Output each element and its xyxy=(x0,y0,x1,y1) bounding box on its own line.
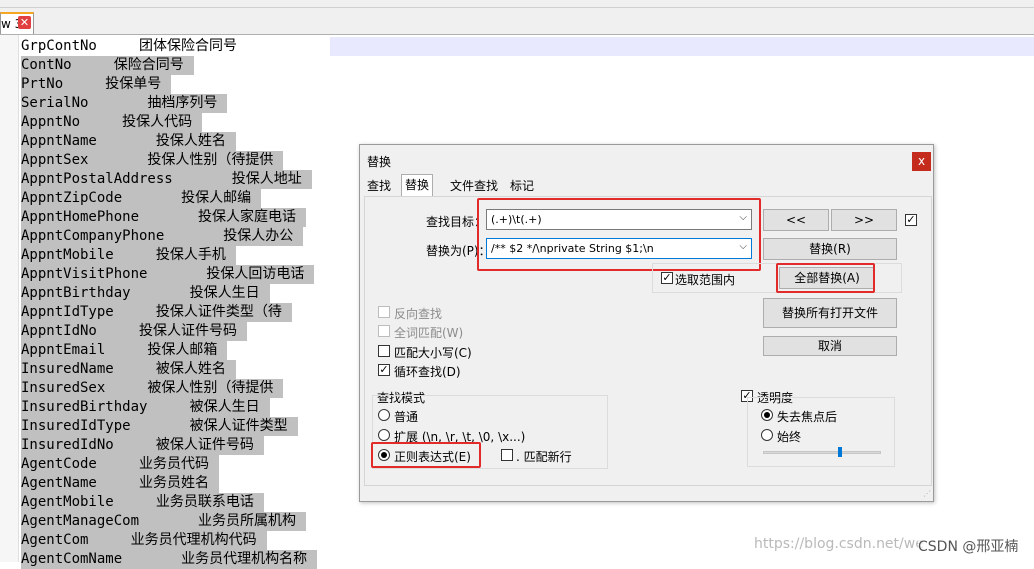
transparency-slider-thumb[interactable] xyxy=(837,447,842,457)
editor-line[interactable]: AgentCode 业务员代码 xyxy=(21,455,220,474)
replace-all-open-files-button[interactable]: 替换所有打开文件 xyxy=(763,298,897,328)
toolbar xyxy=(0,0,1034,8)
highlight-regex-mode xyxy=(371,442,481,468)
editor-line[interactable]: AppntMobile 投保人手机 xyxy=(21,246,236,265)
on-lose-focus-radio[interactable] xyxy=(761,409,773,421)
reverse-label: 反向查找 xyxy=(394,307,443,321)
editor-gutter xyxy=(0,35,19,562)
editor-line[interactable]: AgentCom 业务员代理机构代码 xyxy=(21,531,267,550)
editor-line[interactable]: AppntNo 投保人代码 xyxy=(21,113,203,132)
wrap-label: 循环查找(D) xyxy=(394,365,461,379)
current-line-highlight xyxy=(330,37,1034,56)
mode-extended-radio[interactable] xyxy=(378,429,390,441)
editor-line[interactable]: InsuredName 被保人姓名 xyxy=(21,360,236,379)
watermark-author: CSDN @邢亚楠 xyxy=(918,536,1019,556)
tab-strip: w 3 ✕ xyxy=(0,8,1034,35)
in-selection-checkbox[interactable]: ✓ xyxy=(661,272,673,284)
mode-normal-radio[interactable] xyxy=(378,409,390,421)
editor-line[interactable]: InsuredBirthday 被保人生日 xyxy=(21,398,270,417)
replace-panel: 查找目标： (.+)\t(.+) ⌵ 替换为(P)： /** $2 */\npr… xyxy=(364,196,932,486)
mode-normal-label: 普通 xyxy=(394,410,419,424)
editor-line[interactable]: AgentComName 业务员代理机构名称 xyxy=(21,550,318,569)
search-checkbox[interactable]: ✓ xyxy=(905,214,917,226)
transparency-slider[interactable] xyxy=(763,451,881,454)
on-lose-focus-label: 失去焦点后 xyxy=(777,410,838,424)
dialog-close-button[interactable]: x xyxy=(912,152,931,171)
cancel-button[interactable]: 取消 xyxy=(763,336,897,356)
in-selection-label: 选取范围内 xyxy=(675,273,736,287)
replace-dialog: 替换 x 查找 替换 文件查找 标记 查找目标： (.+)\t(.+) ⌵ 替换… xyxy=(359,144,934,502)
reverse-checkbox[interactable] xyxy=(378,306,390,318)
editor-line[interactable]: PrtNo 投保单号 xyxy=(21,75,172,94)
editor-line[interactable]: AppntPostalAddress 投保人地址 xyxy=(21,170,312,189)
editor-line[interactable]: AgentMobile 业务员联系电话 xyxy=(21,493,264,512)
whole-word-label: 全词匹配(W) xyxy=(394,326,464,340)
tab-find-in-files[interactable]: 文件查找 xyxy=(447,176,501,196)
editor-line[interactable]: AppntBirthday 投保人生日 xyxy=(21,284,270,303)
wrap-checkbox[interactable]: ✓ xyxy=(378,364,390,376)
tab-replace[interactable]: 替换 xyxy=(401,174,434,197)
editor-line[interactable]: AppntZipCode 投保人邮编 xyxy=(21,189,262,208)
resize-grip-icon[interactable]: ⋰ xyxy=(923,489,931,498)
editor-line[interactable]: AppntHomePhone 投保人家庭电话 xyxy=(21,208,307,227)
whole-word-checkbox[interactable] xyxy=(378,325,390,337)
editor-line[interactable]: GrpContNo 团体保险合同号 xyxy=(21,37,248,56)
editor-line[interactable]: InsuredIdNo 被保人证件号码 xyxy=(21,436,264,455)
editor-line[interactable]: ContNo 保险合同号 xyxy=(21,56,194,75)
replace-button[interactable]: 替换(R) xyxy=(763,238,897,260)
tab-close-icon[interactable]: ✕ xyxy=(18,16,31,29)
highlight-replace-all xyxy=(776,263,875,293)
editor-line[interactable]: AgentManageCom 业务员所属机构 xyxy=(21,512,307,531)
highlight-inputs xyxy=(477,198,761,271)
tab-document[interactable]: w 3 ✕ xyxy=(0,12,34,34)
tab-find[interactable]: 查找 xyxy=(364,176,394,196)
dot-newline-label: . 匹配新行 xyxy=(516,450,572,464)
match-case-checkbox[interactable] xyxy=(378,345,390,357)
editor-line[interactable]: InsuredSex 被保人性别（待提供 xyxy=(21,379,284,398)
editor-line[interactable]: AgentName 业务员姓名 xyxy=(21,474,220,493)
find-next-button[interactable]: >> xyxy=(831,209,897,231)
editor-line[interactable]: AppntName 投保人姓名 xyxy=(21,132,236,151)
editor-line[interactable]: AppntSex 投保人性别（待提供 xyxy=(21,151,284,170)
editor-line[interactable]: SerialNo 抽档序列号 xyxy=(21,94,228,113)
find-previous-button[interactable]: << xyxy=(763,209,829,231)
dialog-title: 替换 xyxy=(367,155,392,169)
editor-line[interactable]: AppntCompanyPhone 投保人办公 xyxy=(21,227,304,246)
tab-mark[interactable]: 标记 xyxy=(507,176,537,196)
watermark-url: https://blog.csdn.net/we xyxy=(754,536,924,552)
always-radio[interactable] xyxy=(761,429,773,441)
editor-line[interactable]: AppntIdNo 投保人证件号码 xyxy=(21,322,248,341)
dot-newline-checkbox[interactable] xyxy=(501,449,513,461)
editor-line[interactable]: AppntEmail 投保人邮箱 xyxy=(21,341,228,360)
editor-line[interactable]: InsuredIdType 被保人证件类型 xyxy=(21,417,298,436)
match-case-label: 匹配大小写(C) xyxy=(394,346,472,360)
editor-line[interactable]: AppntIdType 投保人证件类型（待 xyxy=(21,303,292,322)
editor-line[interactable]: AppntVisitPhone 投保人回访电话 xyxy=(21,265,315,284)
always-label: 始终 xyxy=(777,430,802,444)
